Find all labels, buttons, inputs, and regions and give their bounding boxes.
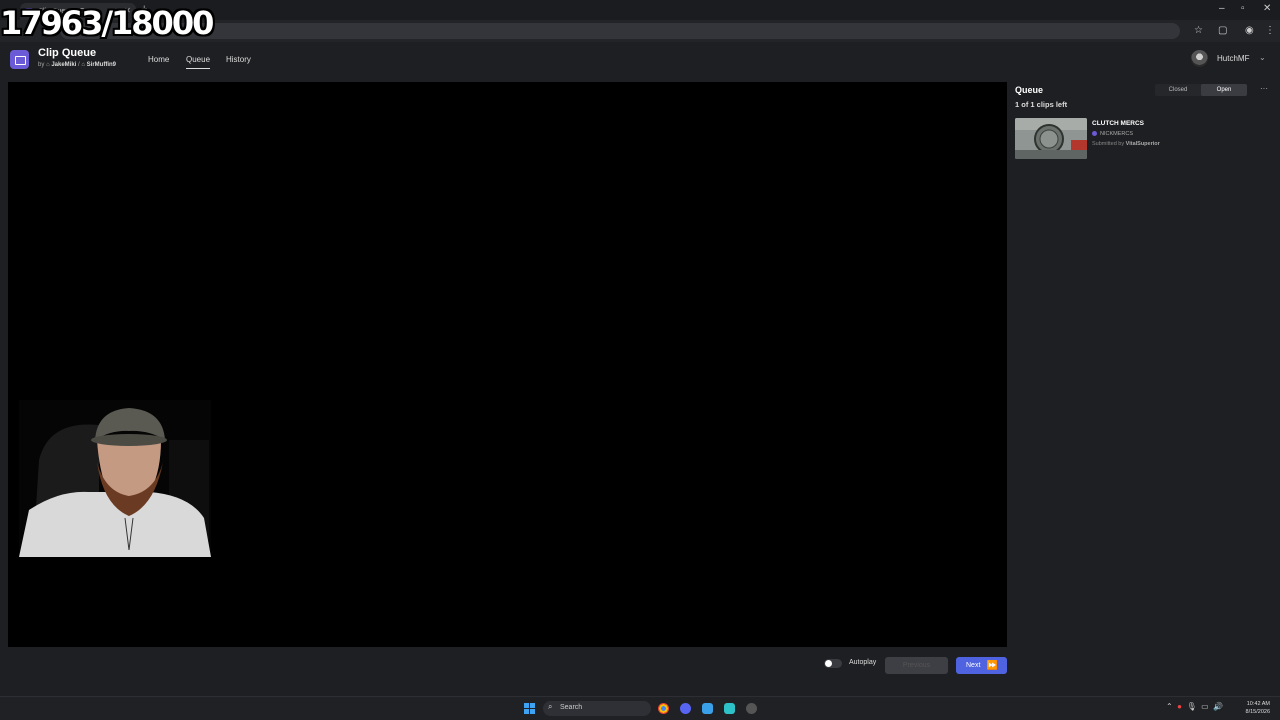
user-menu[interactable]: HutchMF ⌄: [1191, 50, 1271, 68]
profile-icon[interactable]: ◉: [1245, 25, 1254, 36]
taskbar: ⌕ Search ⌃ ● 🎙 ▭ 🔊 10:42 AM 8/15/2026: [0, 696, 1280, 720]
chevron-up-icon[interactable]: ⌃: [1166, 702, 1173, 711]
windows-start-icon[interactable]: [524, 703, 535, 714]
queue-open-button[interactable]: Open: [1201, 84, 1247, 96]
channel-avatar-icon: [1092, 131, 1097, 136]
close-window-button[interactable]: ✕: [1263, 3, 1271, 14]
volume-icon[interactable]: 🔊: [1213, 702, 1223, 711]
address-bar[interactable]: [60, 23, 1180, 39]
clip-thumbnail-image: [1015, 118, 1087, 159]
microphone-icon[interactable]: 🎙: [1186, 702, 1196, 711]
taskbar-search[interactable]: ⌕ Search: [543, 701, 651, 716]
clip-submitter: Submitted by VitalSuperior: [1092, 141, 1160, 147]
chevron-down-icon: ⌄: [1259, 53, 1266, 62]
extensions-icon[interactable]: ▢: [1218, 25, 1227, 36]
queue-status-toggle: Closed Open: [1155, 84, 1247, 96]
queue-closed-button[interactable]: Closed: [1155, 84, 1201, 96]
chrome-app-icon[interactable]: [658, 703, 669, 714]
maximize-button[interactable]: ▫: [1241, 3, 1245, 14]
taskbar-time: 10:42 AM: [1246, 701, 1270, 707]
tray-app-icon[interactable]: ●: [1177, 702, 1182, 711]
app-icon[interactable]: [724, 703, 735, 714]
clip-channel: NICKMERCS: [1092, 131, 1133, 137]
clip-channel-name: NICKMERCS: [1100, 131, 1134, 137]
clip-thumbnail[interactable]: [1015, 118, 1087, 159]
star-icon[interactable]: ☆: [1194, 25, 1203, 36]
github-icon: ⌂: [81, 62, 85, 68]
autoplay-toggle[interactable]: [824, 659, 842, 668]
app-title: Clip Queue: [38, 47, 97, 59]
author-link[interactable]: JakeMiki: [51, 62, 76, 68]
taskbar-search-placeholder: Search: [560, 704, 583, 711]
nav-queue[interactable]: Queue: [186, 55, 211, 69]
avatar: [1191, 50, 1208, 67]
username: HutchMF: [1217, 54, 1250, 63]
obs-app-icon[interactable]: [746, 703, 757, 714]
previous-button-label: Previous: [902, 662, 931, 669]
autoplay-label: Autoplay: [849, 659, 877, 666]
author-link[interactable]: SirMuffin9: [87, 62, 116, 68]
streamer-webcam-image: [19, 400, 211, 557]
nav-home[interactable]: Home: [148, 55, 169, 64]
progress-counter-overlay: 17963/18000: [0, 4, 214, 42]
network-icon[interactable]: ▭: [1201, 702, 1209, 711]
app-logo-icon[interactable]: [10, 50, 29, 69]
next-button-label: Next: [966, 662, 981, 669]
submitted-by-label: Submitted by: [1092, 141, 1125, 147]
queue-title: Queue: [1015, 85, 1044, 95]
clip-title[interactable]: CLUTCH MERCS: [1092, 120, 1144, 127]
app-header: Clip Queue by ⌂ JakeMiki / ⌂ SirMuffin9 …: [0, 42, 1280, 78]
app-byline: by ⌂ JakeMiki / ⌂ SirMuffin9: [38, 62, 116, 68]
queue-more-icon[interactable]: ···: [1260, 84, 1268, 93]
next-button[interactable]: Next ⏩: [956, 657, 1007, 674]
nav-history[interactable]: History: [226, 55, 251, 64]
byline-separator: /: [78, 62, 80, 68]
taskbar-clock[interactable]: 10:42 AM 8/15/2026: [1238, 700, 1270, 716]
menu-icon[interactable]: ⋮: [1265, 25, 1275, 36]
notepad-app-icon[interactable]: [702, 703, 713, 714]
github-icon: ⌂: [46, 62, 50, 68]
video-player[interactable]: [8, 82, 1007, 647]
byline-prefix: by: [38, 62, 45, 68]
system-tray[interactable]: ⌃ ● 🎙 ▭ 🔊: [1166, 702, 1223, 711]
discord-app-icon[interactable]: [680, 703, 691, 714]
taskbar-date: 8/15/2026: [1245, 709, 1270, 715]
previous-button[interactable]: Previous: [885, 657, 948, 674]
submitter-name: VitalSuperior: [1125, 141, 1160, 147]
minimize-button[interactable]: –: [1219, 3, 1225, 14]
queue-count: 1 of 1 clips left: [1015, 100, 1068, 109]
fast-forward-icon: ⏩: [986, 660, 998, 670]
webcam-overlay: [19, 400, 211, 557]
search-icon: ⌕: [548, 702, 553, 711]
